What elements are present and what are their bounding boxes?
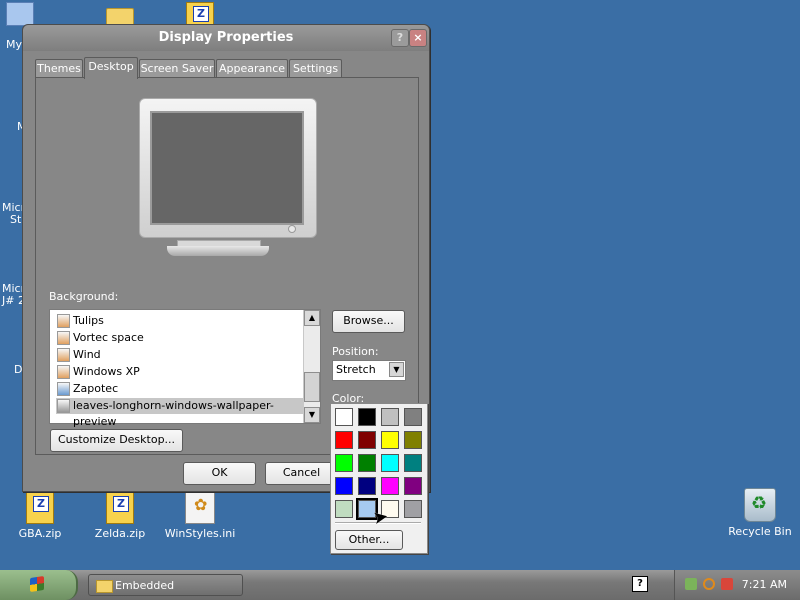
help-button[interactable]: ? (391, 29, 409, 47)
zip-file-icon (26, 492, 54, 524)
background-listbox[interactable]: Tulips Vortec space Wind Windows XP Zapo… (49, 309, 321, 428)
color-swatch[interactable] (381, 454, 399, 472)
chevron-down-icon[interactable]: ▼ (389, 362, 404, 377)
desktop-icon-label: GBA.zip (18, 527, 62, 540)
recycle-bin-icon (744, 488, 776, 522)
list-item-label: Vortec space (73, 331, 144, 344)
power-button-icon (288, 225, 296, 233)
list-item-label: leaves-longhorn-windows-wallpaper-previe… (73, 399, 274, 428)
network-icon[interactable] (685, 578, 697, 590)
dialog-title: Display Properties (158, 30, 294, 45)
windows-logo-icon (30, 576, 44, 592)
taskbar: Embedded 7:21 AM (0, 570, 800, 600)
taskbar-button-embedded[interactable]: Embedded (88, 574, 243, 596)
list-item[interactable]: Windows XP (56, 364, 140, 380)
color-palette-popup: Other... (330, 403, 428, 554)
desktop-icon-label: Recycle Bin (728, 525, 792, 538)
taskbar-button-label: Embedded (115, 579, 175, 592)
scroll-thumb[interactable] (304, 372, 320, 402)
list-item-label: Wind (73, 348, 101, 361)
computer-icon (6, 2, 34, 26)
desktop-icon-gba-zip[interactable]: GBA.zip (0, 492, 80, 540)
list-item[interactable]: Tulips (56, 313, 104, 329)
color-swatch[interactable] (335, 500, 353, 518)
image-file-icon (57, 365, 70, 379)
color-swatch[interactable] (404, 477, 422, 495)
color-swatch[interactable] (335, 431, 353, 449)
tab-desktop[interactable]: Desktop (84, 57, 138, 79)
monitor-preview (139, 98, 317, 238)
color-swatch[interactable] (335, 477, 353, 495)
tab-screen-saver[interactable]: Screen Saver (139, 59, 215, 77)
dialog-titlebar[interactable]: Display Properties ? × (23, 25, 429, 51)
desktop-icon-zelda-zip[interactable]: Zelda.zip (80, 492, 160, 540)
position-value: Stretch (336, 363, 376, 376)
color-swatch[interactable] (404, 454, 422, 472)
clock[interactable]: 7:21 AM (742, 578, 787, 591)
color-swatch[interactable] (358, 477, 376, 495)
color-swatch[interactable] (358, 454, 376, 472)
color-swatch[interactable] (381, 477, 399, 495)
color-swatch[interactable] (381, 431, 399, 449)
system-tray: 7:21 AM (674, 570, 800, 600)
color-swatch[interactable] (404, 408, 422, 426)
color-swatch[interactable] (404, 431, 422, 449)
color-swatch[interactable] (404, 500, 422, 518)
list-item[interactable]: Vortec space (56, 330, 144, 346)
zip-file-icon (106, 492, 134, 524)
image-file-icon (57, 348, 70, 362)
list-item-label: Tulips (73, 314, 104, 327)
desktop-icon-winstyles[interactable]: WinStyles.ini (160, 492, 240, 540)
position-dropdown[interactable]: Stretch ▼ (332, 360, 406, 381)
scroll-up-button[interactable]: ▲ (304, 310, 320, 326)
other-colors-button[interactable]: Other... (335, 530, 403, 550)
security-icon[interactable] (721, 578, 733, 590)
position-label: Position: (332, 345, 379, 358)
partial-desktop-label: St (10, 213, 22, 226)
list-item-selected[interactable]: leaves-longhorn-windows-wallpaper-previe… (56, 398, 320, 428)
desktop-icon-recycle-bin[interactable]: Recycle Bin (720, 488, 800, 538)
desktop-icon-label: WinStyles.ini (164, 527, 236, 540)
cancel-button[interactable]: Cancel (265, 462, 338, 485)
image-file-icon (57, 399, 70, 413)
desktop-tab-panel: Background: Tulips Vortec space Wind Win… (35, 77, 419, 455)
desktop-icon-label: Zelda.zip (94, 527, 146, 540)
ok-button[interactable]: OK (183, 462, 256, 485)
list-item[interactable]: Zapotec (56, 381, 118, 397)
color-swatch[interactable] (335, 408, 353, 426)
tab-appearance[interactable]: Appearance (216, 59, 288, 77)
ini-file-icon (185, 492, 215, 524)
listbox-scrollbar[interactable]: ▲ ▼ (303, 310, 320, 423)
monitor-stand (167, 246, 269, 256)
tab-settings[interactable]: Settings (289, 59, 342, 77)
background-label: Background: (49, 290, 119, 303)
color-swatch[interactable] (381, 408, 399, 426)
list-item-label: Zapotec (73, 382, 119, 395)
partial-desktop-label: My (6, 38, 23, 51)
color-swatch[interactable] (358, 431, 376, 449)
search-icon[interactable] (703, 578, 715, 590)
folder-icon (96, 580, 113, 593)
color-swatch[interactable] (335, 454, 353, 472)
tab-themes[interactable]: Themes (35, 59, 83, 77)
list-item[interactable]: Wind (56, 347, 101, 363)
monitor-screen (150, 111, 304, 225)
list-item-label: Windows XP (73, 365, 140, 378)
image-file-icon (57, 331, 70, 345)
help-icon[interactable]: ? (632, 576, 648, 592)
customize-desktop-button[interactable]: Customize Desktop... (50, 429, 183, 452)
browse-button[interactable]: Browse... (332, 310, 405, 333)
image-file-icon (57, 382, 70, 396)
close-button[interactable]: × (409, 29, 427, 47)
start-button[interactable] (0, 570, 78, 600)
image-file-icon (57, 314, 70, 328)
color-swatch[interactable] (358, 408, 376, 426)
scroll-down-button[interactable]: ▼ (304, 407, 320, 423)
